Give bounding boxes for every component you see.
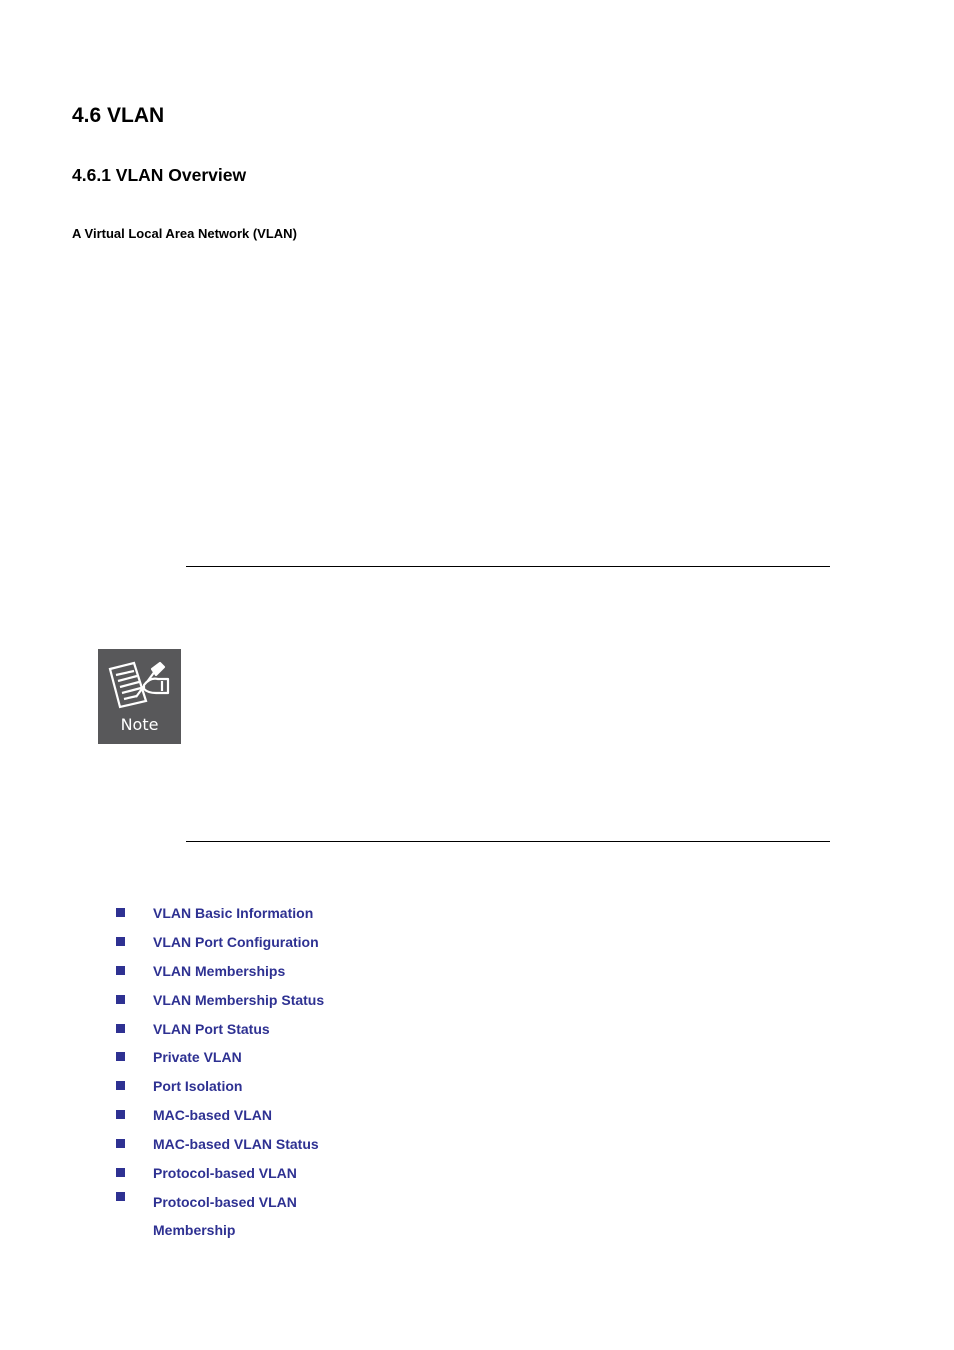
link-private-vlan[interactable]: Private VLAN — [153, 1048, 324, 1066]
square-bullet-icon — [116, 1191, 125, 1201]
list-item: Private VLAN — [116, 1048, 324, 1077]
link-mac-based-vlan-status[interactable]: MAC-based VLAN Status — [153, 1135, 324, 1153]
list-item: VLAN Port Status — [116, 1020, 324, 1049]
list-item: VLAN Basic Information — [116, 904, 324, 933]
link-mac-based-vlan[interactable]: MAC-based VLAN — [153, 1106, 324, 1124]
list-item: VLAN Membership Status — [116, 991, 324, 1020]
link-vlan-port-status[interactable]: VLAN Port Status — [153, 1020, 324, 1038]
list-item: VLAN Port Configuration — [116, 933, 324, 962]
link-protocol-based-vlan-membership[interactable]: Protocol-based VLAN Membership — [153, 1188, 313, 1245]
note-bottom-divider — [186, 841, 830, 842]
note-top-divider — [186, 566, 830, 567]
square-bullet-icon — [116, 1052, 125, 1062]
square-bullet-icon — [116, 1081, 125, 1091]
link-protocol-based-vlan[interactable]: Protocol-based VLAN — [153, 1164, 324, 1182]
paper-pen-icon — [108, 661, 170, 709]
section-title: 4.6 VLAN — [72, 104, 165, 127]
square-bullet-icon — [116, 1139, 125, 1149]
link-vlan-memberships[interactable]: VLAN Memberships — [153, 962, 324, 980]
list-item: Protocol-based VLAN Membership — [116, 1188, 324, 1238]
square-bullet-icon — [116, 1110, 125, 1120]
square-bullet-icon — [116, 908, 125, 917]
square-bullet-icon — [116, 1168, 125, 1178]
subsection-title: 4.6.1 VLAN Overview — [72, 165, 247, 185]
list-item: VLAN Memberships — [116, 962, 324, 991]
intro-text: A Virtual Local Area Network (VLAN) — [72, 226, 297, 241]
square-bullet-icon — [116, 936, 125, 946]
list-item: MAC-based VLAN — [116, 1106, 324, 1135]
square-bullet-icon — [116, 1023, 125, 1033]
note-icon: Note — [98, 649, 181, 744]
square-bullet-icon — [116, 965, 125, 975]
list-item: MAC-based VLAN Status — [116, 1135, 324, 1164]
link-vlan-basic-information[interactable]: VLAN Basic Information — [153, 904, 324, 922]
link-port-isolation[interactable]: Port Isolation — [153, 1077, 324, 1095]
link-vlan-membership-status[interactable]: VLAN Membership Status — [153, 991, 324, 1009]
vlan-topic-list: VLAN Basic Information VLAN Port Configu… — [116, 904, 324, 1238]
list-item: Port Isolation — [116, 1077, 324, 1106]
note-label: Note — [120, 715, 159, 734]
link-vlan-port-configuration[interactable]: VLAN Port Configuration — [153, 933, 324, 951]
square-bullet-icon — [116, 994, 125, 1004]
